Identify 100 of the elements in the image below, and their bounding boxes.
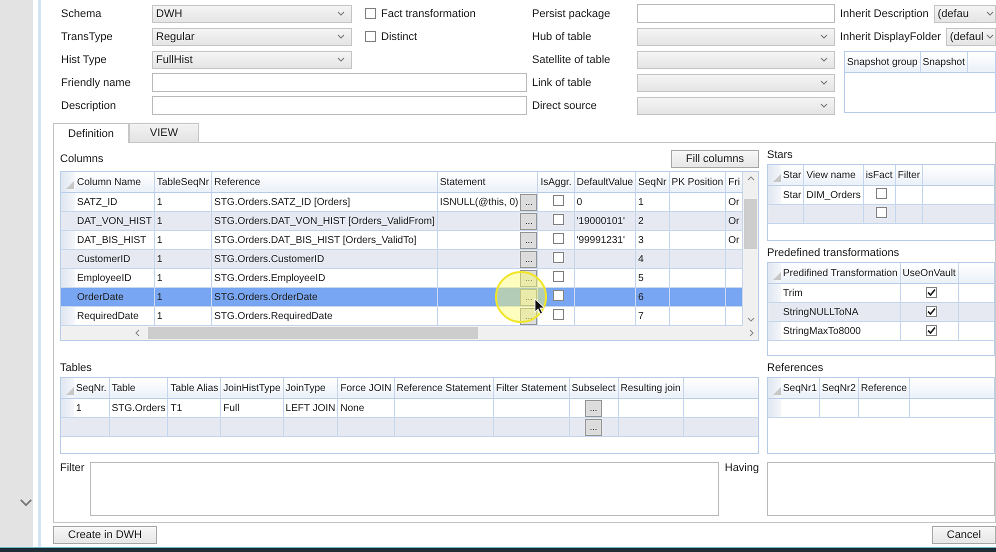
column-header[interactable]: Subselect <box>569 378 618 398</box>
checkbox[interactable] <box>552 271 564 282</box>
column-header[interactable]: Table <box>109 378 168 398</box>
section-title: References <box>767 361 824 376</box>
column-header[interactable]: Snapshot group <box>845 52 920 72</box>
column-header[interactable]: Resulting join <box>618 378 684 398</box>
column-header[interactable]: Table Alias <box>168 378 221 398</box>
table-cell: DAT_VON_HIST <box>75 212 154 230</box>
column-header[interactable]: Reference <box>858 378 910 398</box>
ellipsis-button[interactable]: ... <box>520 194 538 210</box>
dialog-button[interactable]: Cancel <box>932 526 996 544</box>
checkbox[interactable] <box>552 233 564 244</box>
dropdown[interactable] <box>637 74 835 92</box>
field-label: TransType <box>61 30 114 42</box>
dropdown[interactable]: FullHist <box>152 50 352 68</box>
checkbox[interactable] <box>926 286 937 298</box>
grid-row[interactable]: OrderDate 1 STG.Orders.OrderDate ... 6 <box>61 288 742 306</box>
checkbox[interactable] <box>926 306 937 316</box>
chevron-down-icon <box>986 11 994 16</box>
ellipsis-button[interactable]: ... <box>585 400 602 416</box>
column-header[interactable]: PK Position <box>669 172 726 192</box>
ellipsis-button[interactable]: ... <box>520 212 538 230</box>
column-header[interactable]: TableSeqNr <box>154 172 212 192</box>
fill-columns-button[interactable]: Fill columns <box>670 150 759 168</box>
column-header[interactable]: DefaultValue <box>574 172 636 192</box>
column-header[interactable]: Star <box>781 165 804 186</box>
column-header[interactable]: Force JOIN <box>338 378 394 398</box>
dropdown[interactable] <box>637 28 835 46</box>
checkbox[interactable] <box>552 195 564 206</box>
grid-row[interactable]: CustomerID 1 STG.Orders.CustomerID ... 4 <box>61 250 742 268</box>
checkbox[interactable] <box>876 207 887 218</box>
ellipsis-button[interactable]: ... <box>520 250 538 268</box>
dialog-button[interactable]: Create in DWH <box>53 526 157 544</box>
checkbox[interactable] <box>552 309 564 320</box>
column-header[interactable]: Fri <box>726 172 742 192</box>
cursor-highlight <box>494 271 547 323</box>
chevron-down-icon <box>986 34 994 39</box>
grid-row[interactable]: StringMaxTo8000 <box>768 322 994 340</box>
table-cell: 1 <box>154 250 212 268</box>
horizontal-scrollbar[interactable] <box>61 326 758 340</box>
having-field[interactable] <box>767 462 995 516</box>
vertical-scrollbar[interactable] <box>743 172 758 326</box>
checkbox[interactable] <box>552 290 564 301</box>
column-header[interactable]: View name <box>804 165 864 186</box>
column-header[interactable]: SeqNr. <box>74 378 110 398</box>
checkbox[interactable] <box>365 8 376 19</box>
table-cell: STG.Orders.OrderDate <box>212 288 438 306</box>
text-field[interactable] <box>152 73 527 92</box>
checkbox[interactable] <box>926 324 937 336</box>
chevron-down-icon <box>337 57 345 62</box>
field-label: Filter <box>60 462 84 476</box>
column-header[interactable]: Filter <box>895 165 923 186</box>
checkbox[interactable] <box>365 31 376 42</box>
checkbox[interactable] <box>552 214 564 225</box>
ellipsis-button[interactable]: ... <box>585 418 602 436</box>
grid-row[interactable] <box>768 398 994 418</box>
column-header[interactable]: isFact <box>863 165 896 186</box>
grid-row[interactable]: ... <box>61 418 758 436</box>
scroll-up-icon[interactable] <box>746 176 754 181</box>
column-header[interactable]: Reference Statement <box>394 378 494 398</box>
column-header[interactable]: SeqNr <box>636 172 670 192</box>
column-header[interactable]: JoinType <box>283 378 338 398</box>
tab[interactable]: VIEW <box>128 123 199 142</box>
text-field[interactable] <box>637 4 835 23</box>
dropdown[interactable] <box>637 50 835 68</box>
field-label: Hub of table <box>532 30 592 42</box>
dropdown[interactable] <box>637 96 835 114</box>
dropdown[interactable]: (defaul <box>946 28 996 46</box>
column-header[interactable]: Filter Statement <box>494 378 570 398</box>
chevron-down-icon <box>337 34 345 39</box>
grid-row[interactable]: DAT_VON_HIST 1 STG.Orders.DAT_VON_HIST [Orders_ValidFrom] ... '19000101' 2 Or <box>61 212 742 230</box>
table-cell: StringMaxTo8000 <box>781 322 900 340</box>
dropdown[interactable]: DWH <box>152 4 352 22</box>
column-header[interactable]: IsAggr. <box>538 172 574 192</box>
ellipsis-button[interactable]: ... <box>520 232 538 248</box>
table-cell: '19000101' <box>574 212 636 230</box>
chevron-down-icon <box>820 57 828 62</box>
column-header[interactable]: Reference <box>212 172 438 192</box>
tab[interactable]: Definition <box>53 123 129 143</box>
dropdown[interactable]: (defau <box>934 4 996 22</box>
column-header[interactable]: JoinHistType <box>220 378 284 398</box>
dropdown[interactable]: Regular <box>152 28 352 46</box>
scroll-down-icon[interactable] <box>746 317 754 322</box>
checkbox[interactable] <box>552 252 564 263</box>
column-header[interactable]: Snapshot <box>920 52 968 72</box>
column-header[interactable]: Statement <box>437 172 538 192</box>
column-header[interactable]: SeqNr1 <box>781 378 820 398</box>
text-field[interactable] <box>152 96 527 115</box>
table-cell: StringNULLToNA <box>781 302 900 322</box>
field-label: Hist Type <box>61 54 108 66</box>
table-cell: OrderDate <box>75 288 154 306</box>
scroll-left-icon[interactable] <box>135 329 140 337</box>
filter-field[interactable] <box>90 462 719 516</box>
column-header[interactable]: Column Name <box>75 172 154 192</box>
column-header[interactable]: Predifined Transformation <box>781 263 900 284</box>
column-header[interactable]: SeqNr2 <box>819 378 858 398</box>
column-header[interactable]: UseOnVault <box>900 263 958 284</box>
checkbox[interactable] <box>876 188 887 199</box>
grid-row[interactable]: StringNULLToNA <box>768 302 994 322</box>
scroll-right-icon[interactable] <box>749 329 754 337</box>
